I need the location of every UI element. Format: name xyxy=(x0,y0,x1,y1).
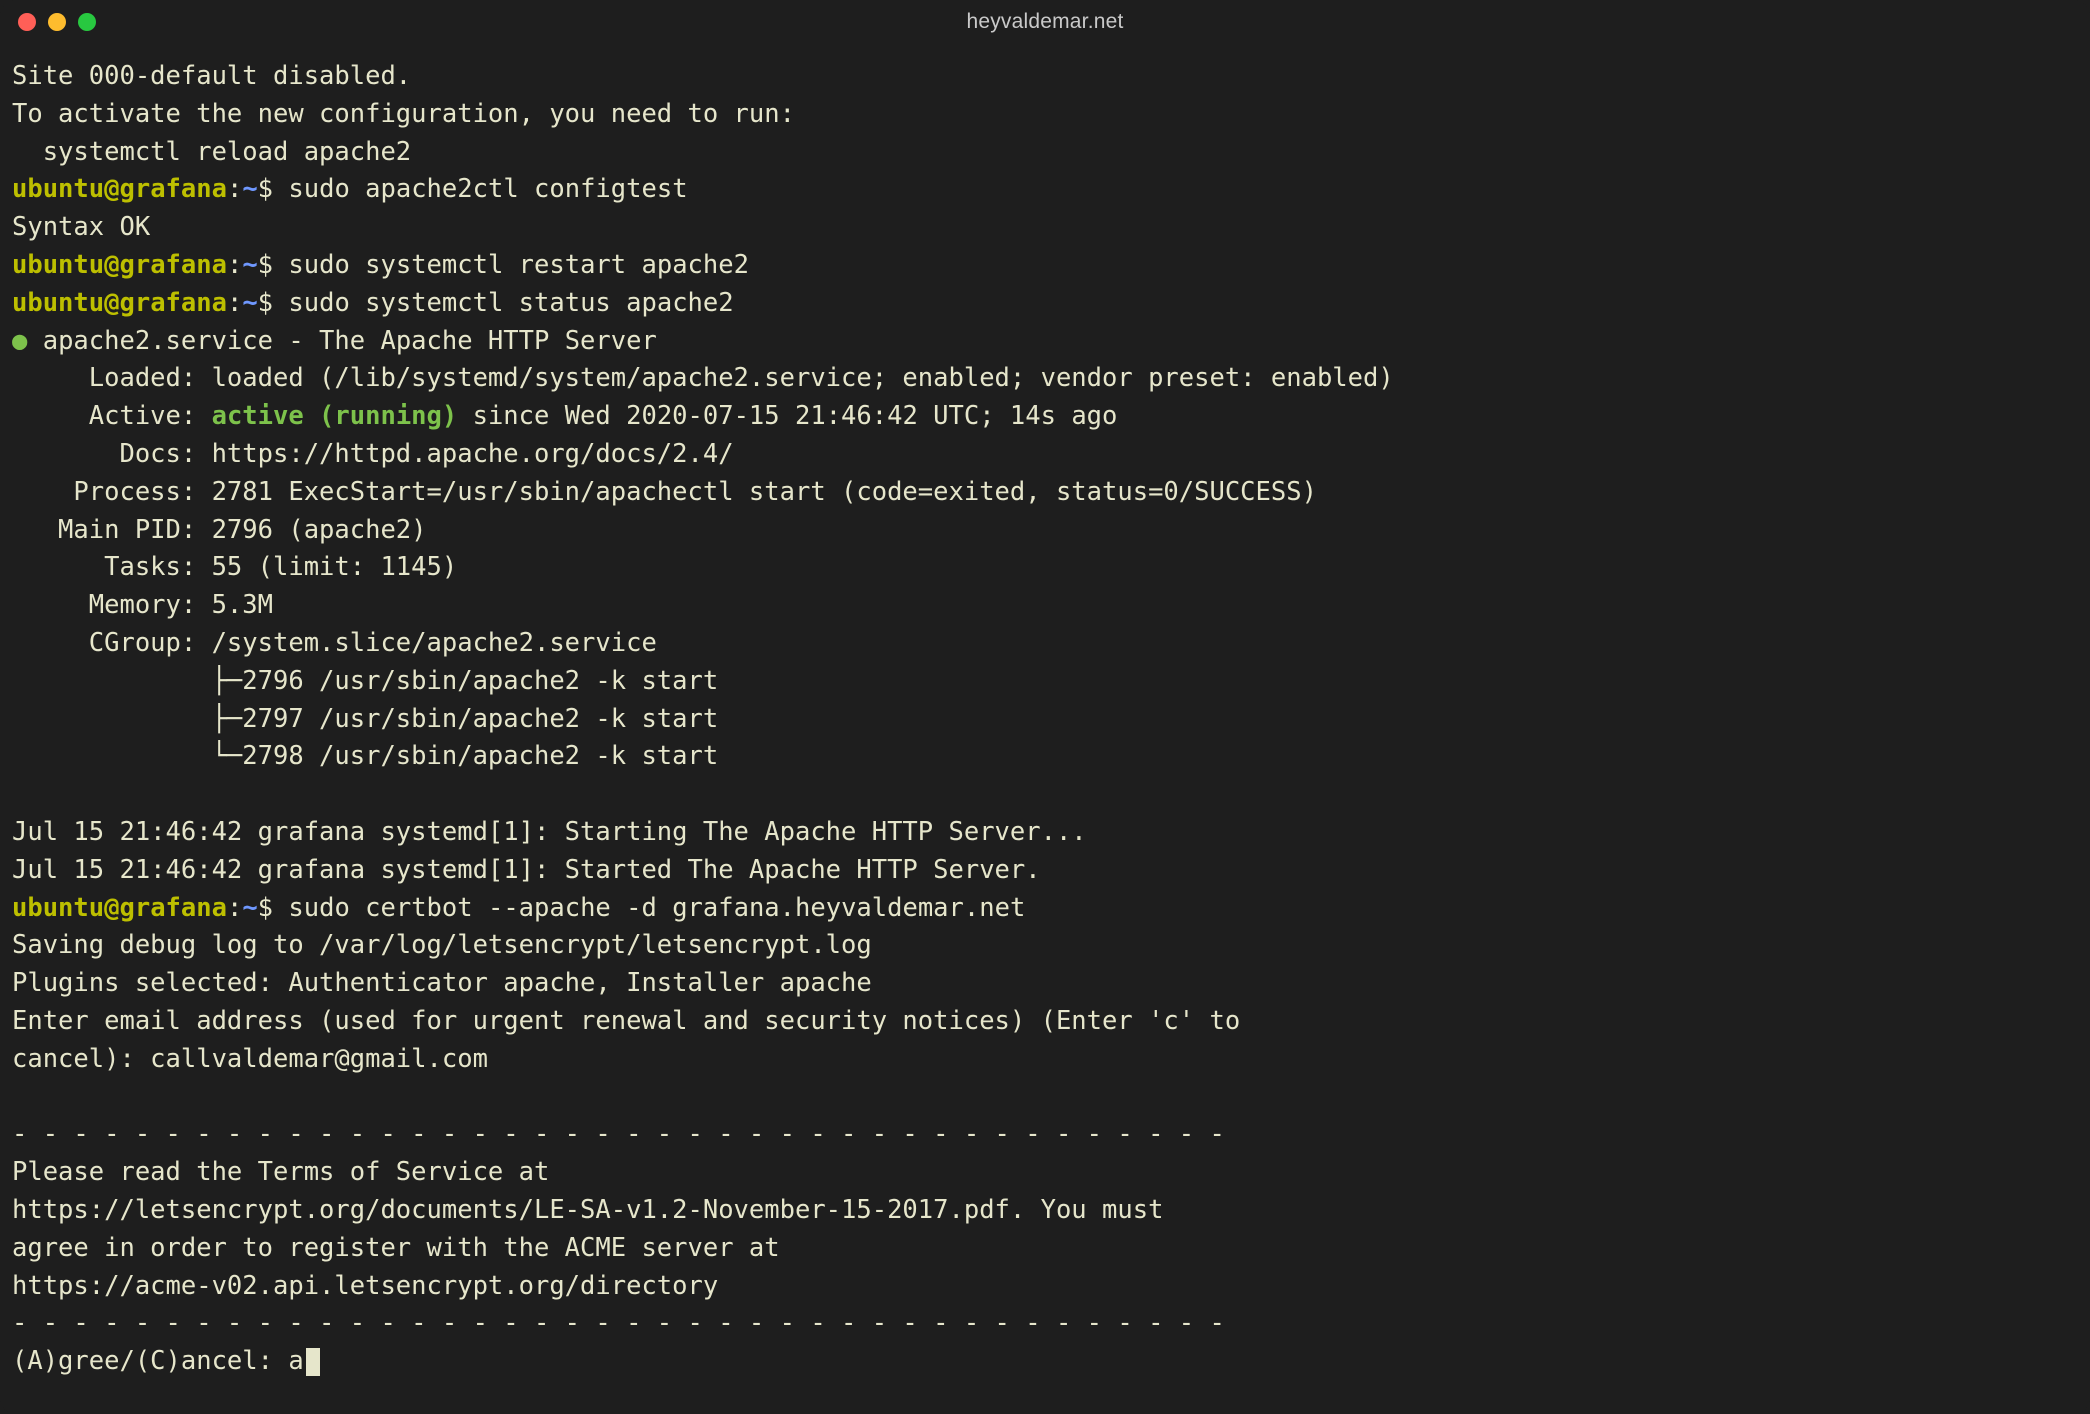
service-cgroup: CGroup: /system.slice/apache2.service xyxy=(12,628,657,658)
service-header: apache2.service - The Apache HTTP Server xyxy=(27,326,656,356)
output-line: https://acme-v02.api.letsencrypt.org/dir… xyxy=(12,1271,718,1301)
agree-prompt: (A)gree/(C)ancel: a xyxy=(12,1346,304,1376)
divider-dashes: - - - - - - - - - - - - - - - - - - - - … xyxy=(12,1308,1225,1338)
service-active-status: active (running) xyxy=(212,401,458,431)
prompt-at: @ xyxy=(104,893,119,923)
output-line: https://letsencrypt.org/documents/LE-SA-… xyxy=(12,1195,1163,1225)
output-line: Enter email address (used for urgent ren… xyxy=(12,1006,1240,1036)
service-process: Process: 2781 ExecStart=/usr/sbin/apache… xyxy=(12,477,1317,507)
prompt-colon: : xyxy=(227,174,242,204)
cgroup-child: └─2798 /usr/sbin/apache2 -k start xyxy=(12,741,718,771)
command-text: sudo certbot --apache -d grafana.heyvald… xyxy=(273,893,1025,923)
command-text: sudo systemctl restart apache2 xyxy=(273,250,749,280)
prompt-sigil: $ xyxy=(258,250,273,280)
service-tasks: Tasks: 55 (limit: 1145) xyxy=(12,552,457,582)
prompt-at: @ xyxy=(104,288,119,318)
cgroup-child: ├─2796 /usr/sbin/apache2 -k start xyxy=(12,666,718,696)
service-active-since: since Wed 2020-07-15 21:46:42 UTC; 14s a… xyxy=(457,401,1117,431)
prompt-at: @ xyxy=(104,174,119,204)
output-line: Saving debug log to /var/log/letsencrypt… xyxy=(12,930,872,960)
terminal-content[interactable]: Site 000-default disabled. To activate t… xyxy=(0,44,2090,1381)
prompt-sigil: $ xyxy=(258,288,273,318)
service-memory: Memory: 5.3M xyxy=(12,590,273,620)
output-line: Site 000-default disabled. xyxy=(12,61,411,91)
prompt-user: ubuntu xyxy=(12,288,104,318)
cgroup-child: ├─2797 /usr/sbin/apache2 -k start xyxy=(12,704,718,734)
output-line: Syntax OK xyxy=(12,212,150,242)
prompt-path: ~ xyxy=(242,250,257,280)
prompt-path: ~ xyxy=(242,288,257,318)
prompt-host: grafana xyxy=(119,893,226,923)
prompt-user: ubuntu xyxy=(12,174,104,204)
prompt-sigil: $ xyxy=(258,893,273,923)
close-icon[interactable] xyxy=(18,13,36,31)
service-active-label: Active: xyxy=(12,401,212,431)
output-line: To activate the new configuration, you n… xyxy=(12,99,795,129)
prompt-colon: : xyxy=(227,250,242,280)
prompt-at: @ xyxy=(104,250,119,280)
minimize-icon[interactable] xyxy=(48,13,66,31)
log-line: Jul 15 21:46:42 grafana systemd[1]: Star… xyxy=(12,817,1087,847)
cursor-block-icon xyxy=(306,1348,320,1376)
prompt-host: grafana xyxy=(119,174,226,204)
prompt-user: ubuntu xyxy=(12,250,104,280)
prompt-colon: : xyxy=(227,288,242,318)
divider-dashes: - - - - - - - - - - - - - - - - - - - - … xyxy=(12,1119,1225,1149)
command-text: sudo systemctl status apache2 xyxy=(273,288,734,318)
log-line: Jul 15 21:46:42 grafana systemd[1]: Star… xyxy=(12,855,1041,885)
output-line: systemctl reload apache2 xyxy=(12,137,411,167)
command-text: sudo apache2ctl configtest xyxy=(273,174,688,204)
titlebar: heyvaldemar.net xyxy=(0,0,2090,44)
output-line: agree in order to register with the ACME… xyxy=(12,1233,780,1263)
prompt-path: ~ xyxy=(242,174,257,204)
prompt-host: grafana xyxy=(119,288,226,318)
output-line: cancel): callvaldemar@gmail.com xyxy=(12,1044,488,1074)
output-line: Please read the Terms of Service at xyxy=(12,1157,549,1187)
service-main-pid: Main PID: 2796 (apache2) xyxy=(12,515,427,545)
prompt-host: grafana xyxy=(119,250,226,280)
maximize-icon[interactable] xyxy=(78,13,96,31)
status-dot-icon: ● xyxy=(12,326,27,356)
window-title: heyvaldemar.net xyxy=(0,10,2090,34)
service-loaded: Loaded: loaded (/lib/systemd/system/apac… xyxy=(12,363,1394,393)
terminal-window: heyvaldemar.net Site 000-default disable… xyxy=(0,0,2090,1414)
output-line: Plugins selected: Authenticator apache, … xyxy=(12,968,872,998)
prompt-path: ~ xyxy=(242,893,257,923)
prompt-user: ubuntu xyxy=(12,893,104,923)
prompt-sigil: $ xyxy=(258,174,273,204)
prompt-colon: : xyxy=(227,893,242,923)
service-docs: Docs: https://httpd.apache.org/docs/2.4/ xyxy=(12,439,734,469)
traffic-lights xyxy=(18,13,96,31)
